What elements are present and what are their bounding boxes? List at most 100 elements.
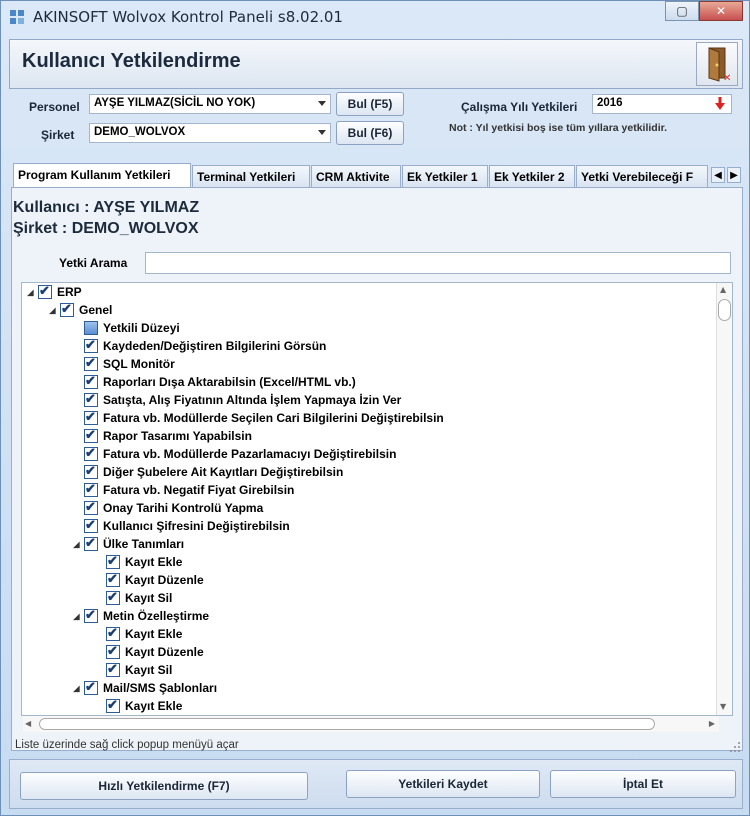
checkbox[interactable] bbox=[106, 553, 120, 569]
tree-label: ERP bbox=[57, 285, 82, 299]
checkbox[interactable] bbox=[84, 535, 98, 551]
checkbox[interactable] bbox=[84, 445, 98, 461]
tree-label: Kayıt Ekle bbox=[125, 627, 183, 641]
tab-scroll-right-icon[interactable]: ▶ bbox=[727, 167, 741, 183]
tree-row[interactable]: ◢ Genel bbox=[48, 301, 112, 319]
checkbox[interactable] bbox=[106, 589, 120, 605]
tab-scroll-left-icon[interactable]: ◀ bbox=[711, 167, 725, 183]
tree-row[interactable]: ◢ Metin Özelleştirme bbox=[72, 607, 209, 625]
checkbox[interactable] bbox=[106, 643, 120, 659]
window-controls: ▢ ✕ bbox=[665, 1, 743, 21]
checkbox[interactable] bbox=[84, 391, 98, 407]
svg-text:✕: ✕ bbox=[723, 73, 731, 84]
scroll-down-icon[interactable]: ▼ bbox=[720, 702, 726, 711]
scroll-thumb[interactable] bbox=[718, 299, 731, 321]
tree-row[interactable]: Diğer Şubelere Ait Kayıtları Değiştirebi… bbox=[72, 463, 343, 481]
scroll-up-icon[interactable]: ▲ bbox=[720, 285, 726, 294]
expand-triangle-icon[interactable]: ◢ bbox=[26, 288, 35, 297]
tab-ek-yetkiler-2[interactable]: Ek Yetkiler 2 bbox=[489, 165, 575, 187]
checkbox[interactable] bbox=[84, 499, 98, 515]
expand-triangle-icon[interactable]: ◢ bbox=[48, 306, 57, 315]
tree-row[interactable]: Fatura vb. Negatif Fiyat Girebilsin bbox=[72, 481, 294, 499]
vertical-scrollbar[interactable]: ▲ ▼ bbox=[716, 283, 732, 715]
chevron-down-icon bbox=[318, 130, 326, 135]
search-input[interactable] bbox=[145, 252, 731, 274]
exit-door-button[interactable]: ✕ bbox=[696, 42, 738, 86]
tree-label: Satışta, Alış Fiyatının Altında İşlem Ya… bbox=[103, 393, 402, 407]
checkbox[interactable] bbox=[84, 463, 98, 479]
expand-triangle-icon[interactable]: ◢ bbox=[72, 684, 81, 693]
checkbox[interactable] bbox=[84, 607, 98, 623]
checkbox[interactable] bbox=[84, 481, 98, 497]
arrow-down-icon[interactable] bbox=[715, 97, 725, 111]
company-line: Şirket : DEMO_WOLVOX bbox=[13, 220, 199, 237]
tab-yetki-verebilecegi[interactable]: Yetki Verebileceği F bbox=[576, 165, 708, 187]
tree-row[interactable]: Kullanıcı Şifresini Değiştirebilsin bbox=[72, 517, 290, 535]
tab-ek-yetkiler-1[interactable]: Ek Yetkiler 1 bbox=[402, 165, 488, 187]
checkbox[interactable] bbox=[84, 427, 98, 443]
checkbox[interactable] bbox=[60, 301, 74, 317]
cancel-button[interactable]: İptal Et bbox=[550, 770, 736, 798]
tree-row[interactable]: Fatura vb. Modüllerde Pazarlamacıyı Deği… bbox=[72, 445, 396, 463]
tree-row[interactable]: ◢ Ülke Tanımları bbox=[72, 535, 184, 553]
tree-row[interactable]: Kaydeden/Değiştiren Bilgilerini Görsün bbox=[72, 337, 326, 355]
tree-row[interactable]: SQL Monitör bbox=[72, 355, 175, 373]
personel-value: AYŞE YILMAZ(SİCİL NO YOK) bbox=[94, 97, 256, 109]
tab-terminal[interactable]: Terminal Yetkileri bbox=[192, 165, 310, 187]
tree-row[interactable]: ◢ ERP bbox=[26, 283, 82, 301]
sirket-find-button[interactable]: Bul (F6) bbox=[336, 121, 404, 145]
checkbox[interactable] bbox=[106, 697, 120, 713]
close-icon[interactable]: ✕ bbox=[699, 1, 743, 21]
tree-row[interactable]: Kayıt Ekle bbox=[94, 625, 182, 643]
sirket-label: Şirket bbox=[41, 128, 75, 142]
checkbox[interactable] bbox=[84, 355, 98, 371]
expand-triangle-icon[interactable]: ◢ bbox=[72, 540, 81, 549]
tree-label: Kayıt Sil bbox=[125, 663, 173, 677]
resize-grip-icon[interactable] bbox=[729, 741, 741, 753]
tree-row[interactable]: ◢ Mail/SMS Şablonları bbox=[72, 679, 217, 697]
tree-row[interactable]: Onay Tarihi Kontrolü Yapma bbox=[72, 499, 263, 517]
permission-tree[interactable]: ▲ ▼ ◢ERP◢GenelYetkili DüzeyiKaydeden/Değ… bbox=[21, 282, 733, 716]
tree-row[interactable]: Kayıt Düzenle bbox=[94, 643, 204, 661]
tree-row[interactable]: Satışta, Alış Fiyatının Altında İşlem Ya… bbox=[72, 391, 401, 409]
hscroll-thumb[interactable] bbox=[39, 718, 655, 730]
tree-row[interactable]: Kayıt Sil bbox=[94, 661, 172, 679]
calisma-yili-select[interactable]: 2016 bbox=[592, 94, 732, 114]
page-title: Kullanıcı Yetkilendirme bbox=[22, 50, 241, 72]
checkbox[interactable] bbox=[106, 571, 120, 587]
checkbox[interactable] bbox=[84, 373, 98, 389]
quick-auth-button[interactable]: Hızlı Yetkilendirme (F7) bbox=[20, 772, 308, 800]
tree-row[interactable]: Kayıt Ekle bbox=[94, 553, 182, 571]
horizontal-scrollbar[interactable]: ◀ ▶ bbox=[23, 716, 719, 732]
personel-select[interactable]: AYŞE YILMAZ(SİCİL NO YOK) bbox=[89, 94, 331, 114]
tree-row[interactable]: Fatura vb. Modüllerde Seçilen Cari Bilgi… bbox=[72, 409, 444, 427]
status-text: Liste üzerinde sağ click popup menüyü aç… bbox=[15, 739, 239, 751]
tree-label: Kayıt Düzenle bbox=[125, 645, 204, 659]
checkbox[interactable] bbox=[84, 337, 98, 353]
checkbox[interactable] bbox=[84, 679, 98, 695]
checkbox[interactable] bbox=[38, 283, 52, 299]
save-permissions-button[interactable]: Yetkileri Kaydet bbox=[346, 770, 540, 798]
tab-program-kullanim[interactable]: Program Kullanım Yetkileri bbox=[13, 163, 191, 187]
expand-triangle-icon[interactable]: ◢ bbox=[72, 612, 81, 621]
checkbox[interactable] bbox=[106, 661, 120, 677]
sirket-select[interactable]: DEMO_WOLVOX bbox=[89, 123, 331, 143]
tree-row[interactable]: Kayıt Sil bbox=[94, 589, 172, 607]
checkbox[interactable] bbox=[84, 321, 98, 335]
scroll-left-icon[interactable]: ◀ bbox=[25, 719, 31, 728]
personel-find-button[interactable]: Bul (F5) bbox=[336, 92, 404, 116]
tree-row[interactable]: Raporları Dışa Aktarabilsin (Excel/HTML … bbox=[72, 373, 356, 391]
tab-crm-aktivite[interactable]: CRM Aktivite bbox=[311, 165, 401, 187]
checkbox[interactable] bbox=[84, 409, 98, 425]
checkbox[interactable] bbox=[106, 625, 120, 641]
maximize-icon[interactable]: ▢ bbox=[665, 1, 699, 21]
tree-row[interactable]: Yetkili Düzeyi bbox=[72, 319, 180, 337]
checkbox[interactable] bbox=[84, 517, 98, 533]
scroll-right-icon[interactable]: ▶ bbox=[709, 719, 715, 728]
tree-row[interactable]: Kayıt Düzenle bbox=[94, 571, 204, 589]
tree-row[interactable]: Kayıt Ekle bbox=[94, 697, 182, 715]
tree-row[interactable]: Rapor Tasarımı Yapabilsin bbox=[72, 427, 252, 445]
